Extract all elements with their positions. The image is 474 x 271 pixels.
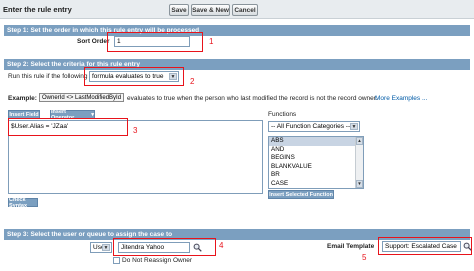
do-not-reassign-checkbox[interactable]: [113, 257, 120, 264]
annotation-box-4: [113, 238, 216, 256]
functions-label: Functions: [268, 111, 297, 118]
chevron-down-icon: ▼: [350, 123, 358, 130]
annotation-number-1: 1: [209, 37, 214, 46]
cancel-button[interactable]: Cancel: [232, 4, 258, 16]
chevron-down-icon: ▼: [102, 244, 110, 251]
example-label: Example:: [8, 95, 37, 102]
chevron-down-icon: ▾: [91, 111, 94, 118]
annotation-number-3: 3: [133, 126, 138, 135]
step2-header: Step 2: Select the criteria for this rul…: [4, 59, 470, 70]
scroll-down-icon[interactable]: ▼: [356, 180, 363, 188]
functions-listbox[interactable]: ABS AND BEGINS BLANKVALUE BR CASE ▲ ▼: [268, 136, 364, 189]
example-code-text: OwnerId <> LastModifiedById: [39, 93, 125, 102]
functions-scrollbar[interactable]: ▲ ▼: [355, 137, 363, 188]
check-syntax-button[interactable]: Check Syntax: [8, 197, 38, 209]
annotation-box-5: [378, 237, 472, 255]
annotation-number-2: 2: [190, 77, 195, 86]
function-option[interactable]: BR: [269, 171, 363, 180]
do-not-reassign-label: Do Not Reassign Owner: [122, 257, 193, 264]
function-option[interactable]: AND: [269, 146, 363, 155]
save-new-button[interactable]: Save & New: [191, 4, 230, 16]
function-category-value: -- All Function Categories --: [271, 123, 351, 130]
scroll-up-icon[interactable]: ▲: [356, 137, 363, 145]
annotation-box-3: [8, 118, 128, 136]
function-option[interactable]: BEGINS: [269, 154, 363, 163]
function-option[interactable]: CASE: [269, 180, 363, 189]
example-code: OwnerId <> LastModifiedById: [39, 93, 125, 102]
function-category-select[interactable]: -- All Function Categories -- ▼: [268, 121, 360, 132]
annotation-box-2: [84, 67, 184, 86]
email-template-label: Email Template: [327, 243, 375, 250]
step1-header: Step 1: Set the order in which this rule…: [4, 25, 470, 36]
run-rule-label: Run this rule if the following: [8, 73, 88, 80]
annotation-number-4: 4: [219, 241, 224, 250]
more-examples-link[interactable]: More Examples ...: [375, 95, 427, 102]
annotation-number-5: 5: [362, 253, 367, 262]
function-option[interactable]: BLANKVALUE: [269, 163, 363, 172]
annotation-box-1: [107, 32, 203, 52]
function-option[interactable]: ABS: [269, 137, 363, 146]
sort-order-label: Sort Order: [77, 38, 110, 45]
page-title: Enter the rule entry: [3, 5, 72, 14]
insert-selected-function-button[interactable]: Insert Selected Function: [268, 190, 334, 199]
example-description: evaluates to true when the person who la…: [127, 95, 378, 102]
save-button[interactable]: Save: [169, 4, 189, 16]
assignee-type-select[interactable]: User ▼: [90, 242, 112, 253]
